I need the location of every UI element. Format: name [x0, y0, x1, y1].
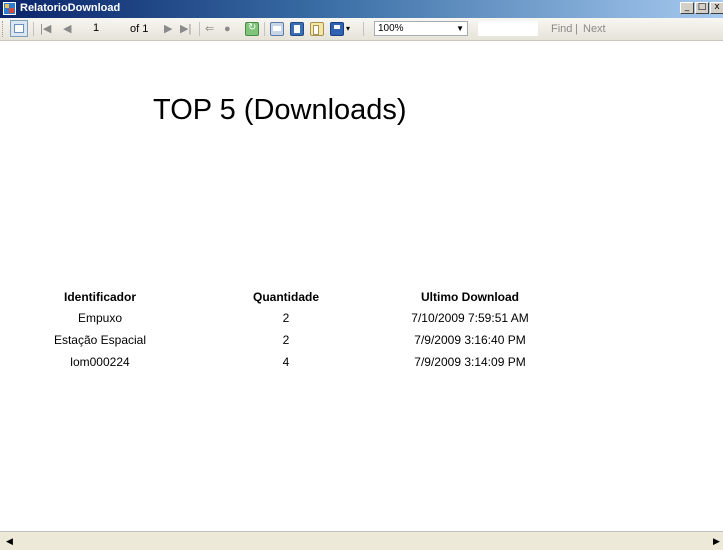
column-header-ultimo-download: Ultimo Download [421, 290, 519, 304]
next-page-button[interactable]: ▶ [164, 21, 172, 37]
print-icon [273, 26, 281, 31]
back-icon: ⇐ [205, 23, 215, 35]
report-toolbar: |◀ ◀ 1 of 1 ▶ ▶| ⇐ ● ↻ ▾ 100% ▼ Find | N… [0, 18, 723, 41]
close-button[interactable]: x [710, 2, 723, 14]
first-page-button[interactable]: |◀ [40, 21, 51, 37]
document-map-button[interactable] [10, 20, 28, 37]
column-header-identificador: Identificador [63, 290, 136, 304]
find-separator: | [575, 23, 578, 35]
page-count-label: of 1 [130, 23, 149, 35]
column-header-quantidade: Quantidade [252, 290, 319, 304]
table-cell: 7/10/2009 7:59:51 AM [411, 311, 529, 325]
refresh-icon: ↻ [248, 22, 257, 33]
find-next-button[interactable]: Next [583, 21, 606, 37]
export-dropdown-arrow[interactable]: ▾ [346, 21, 350, 37]
document-map-icon [14, 24, 24, 33]
zoom-value: 100% [378, 23, 404, 34]
page-setup-button[interactable] [310, 22, 324, 36]
report-viewer-icon [3, 2, 16, 15]
next-page-icon: ▶ [164, 23, 173, 35]
page-setup-icon [313, 25, 319, 35]
print-layout-button[interactable] [290, 22, 304, 36]
print-button[interactable] [270, 22, 284, 36]
scroll-left-icon[interactable]: ◀ [6, 536, 13, 547]
table-cell: 7/9/2009 3:14:09 PM [414, 355, 526, 369]
toolbar-separator [264, 22, 265, 36]
toolbar-separator [363, 22, 364, 36]
previous-page-button[interactable]: ◀ [63, 21, 71, 37]
back-button[interactable]: ⇐ [205, 21, 214, 37]
chevron-down-icon[interactable]: ▼ [456, 22, 464, 35]
table-cell: 7/9/2009 3:16:40 PM [414, 333, 526, 347]
stop-button[interactable]: ● [224, 21, 231, 37]
horizontal-scrollbar[interactable]: ◀ ▶ [0, 531, 723, 550]
export-icon [334, 25, 340, 29]
toolbar-separator [199, 22, 200, 36]
export-button[interactable] [330, 22, 344, 36]
find-input[interactable] [478, 21, 538, 36]
first-page-icon: |◀ [40, 23, 52, 35]
print-layout-icon [294, 25, 300, 33]
table-cell: 4 [282, 355, 290, 369]
scroll-right-icon[interactable]: ▶ [713, 536, 720, 547]
zoom-select[interactable]: 100% ▼ [374, 21, 468, 36]
maximize-button[interactable]: □ [695, 2, 709, 14]
current-page-input[interactable]: 1 [93, 21, 117, 36]
table-cell: Empuxo [77, 311, 123, 325]
last-page-button[interactable]: ▶| [180, 21, 191, 37]
previous-page-icon: ◀ [63, 23, 72, 35]
window-title: RelatorioDownload [20, 2, 121, 14]
report-content: TOP 5 (Downloads) Identificador Quantida… [0, 41, 723, 531]
stop-icon: ● [224, 23, 231, 35]
last-page-icon: ▶| [180, 23, 192, 35]
toolbar-grip[interactable] [2, 21, 6, 37]
table-cell: 2 [282, 333, 290, 347]
find-button[interactable]: Find [551, 21, 572, 37]
refresh-button[interactable]: ↻ [245, 22, 259, 36]
minimize-button[interactable]: _ [680, 2, 694, 14]
title-bar: RelatorioDownload _ □ x [0, 0, 723, 18]
table-cell: 2 [282, 311, 290, 325]
report-title: TOP 5 (Downloads) [153, 94, 407, 126]
toolbar-separator [33, 22, 34, 36]
table-cell: lom000224 [70, 355, 130, 369]
table-cell: Estação Espacial [53, 333, 147, 347]
